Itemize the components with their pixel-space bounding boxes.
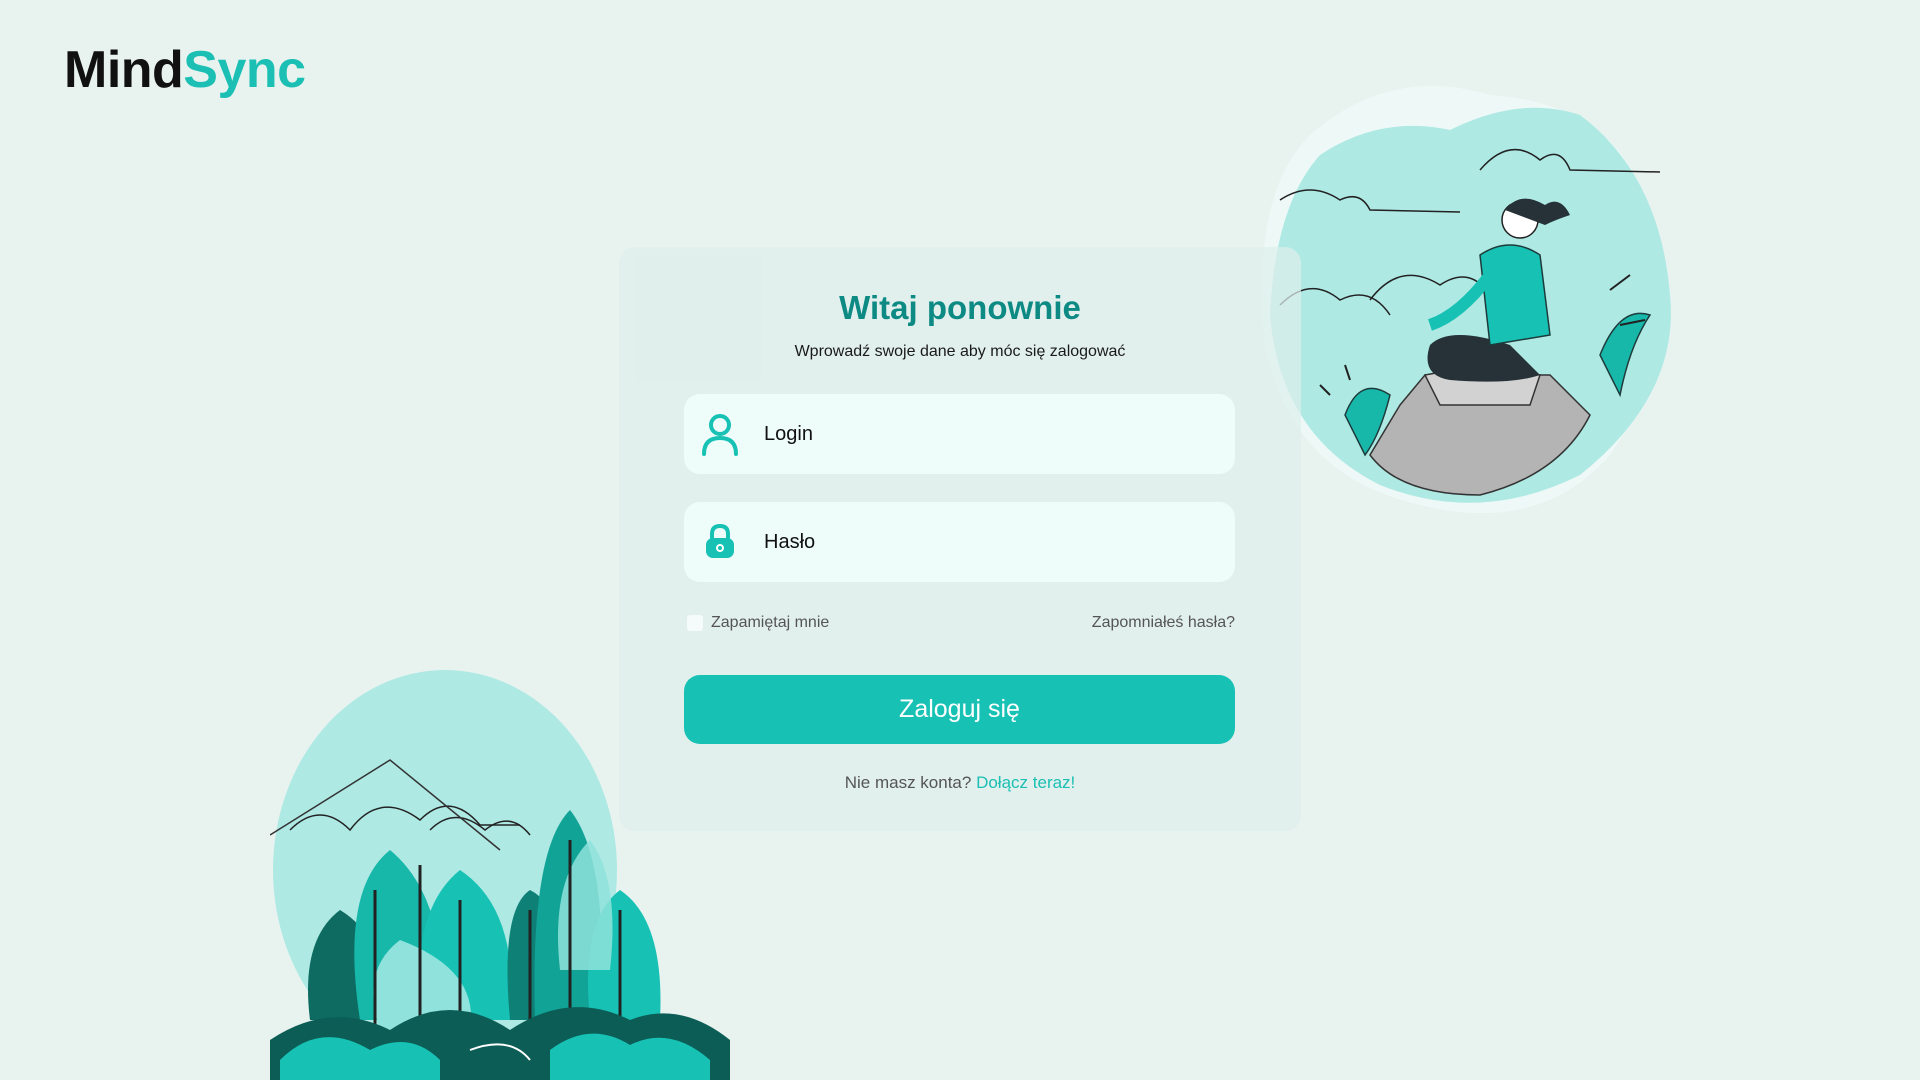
- logo-mind: Mind: [64, 41, 184, 99]
- app-logo: MindSync: [64, 40, 306, 100]
- page-subtitle: Wprowadź swoje dane aby móc się zalogowa…: [794, 343, 1126, 360]
- forgot-password-link[interactable]: Zapomniałeś hasła?: [1092, 614, 1235, 632]
- user-icon: [700, 412, 740, 456]
- remember-label: Zapamiętaj mnie: [711, 614, 830, 631]
- logo-sync: Sync: [183, 41, 306, 99]
- login-field[interactable]: [684, 394, 1235, 474]
- password-field[interactable]: [684, 502, 1235, 582]
- signup-link[interactable]: Dołącz teraz!: [976, 773, 1075, 792]
- remember-checkbox[interactable]: [687, 615, 703, 631]
- meditation-illustration: [1262, 86, 1671, 514]
- remember-me[interactable]: Zapamiętaj mnie: [687, 614, 829, 632]
- login-card: Witaj ponownie Wprowadź swoje dane aby m…: [619, 247, 1301, 831]
- signup-prompt-text: Nie masz konta?: [844, 773, 972, 792]
- login-input[interactable]: [764, 414, 1204, 454]
- password-input[interactable]: [764, 522, 1204, 562]
- login-button[interactable]: Zaloguj się: [684, 675, 1235, 744]
- page-title: Witaj ponownie: [839, 289, 1081, 326]
- signup-prompt: Nie masz konta? Dołącz teraz!: [619, 773, 1301, 793]
- lock-icon: [700, 520, 740, 564]
